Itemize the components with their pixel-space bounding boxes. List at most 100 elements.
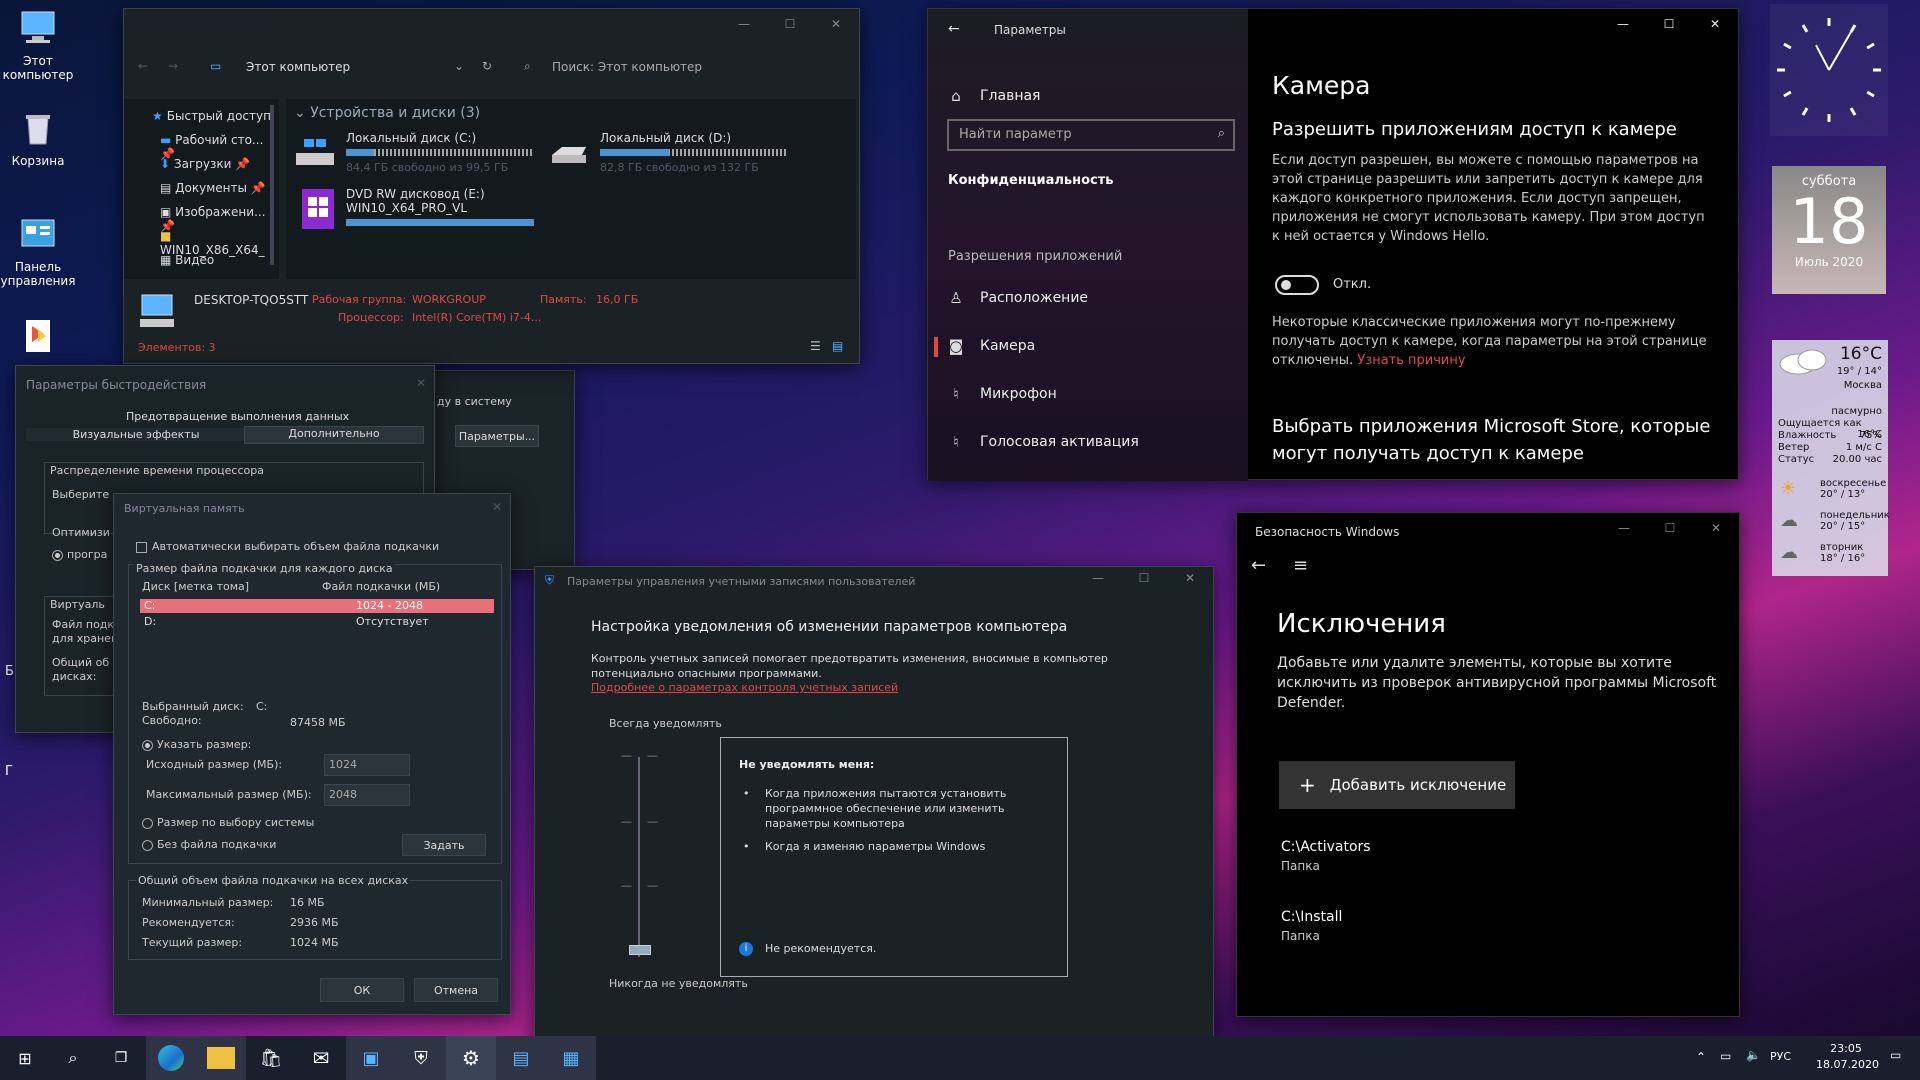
tiles-view-icon[interactable]: ▤: [832, 339, 843, 353]
drive-c[interactable]: Локальный диск (C:) 84,4 ГБ свободно из …: [294, 131, 534, 175]
drive-e[interactable]: DVD RW дисковод (E:) WIN10_X64_PRO_VL: [294, 187, 534, 231]
drive-d[interactable]: Локальный диск (D:) 82,8 ГБ свободно из …: [548, 131, 788, 175]
desktop-icon-this-pc[interactable]: Этот компьютер: [0, 8, 76, 82]
never-notify-label: Никогда не уведомлять: [609, 977, 748, 990]
address-bar[interactable]: ← → ▭ Этот компьютер ⌄ ↻ ⌕ Поиск: Этот к…: [124, 53, 861, 83]
tab-dep[interactable]: Предотвращение выполнения данных: [126, 410, 349, 423]
nav-item-video[interactable]: ▦ Видео: [160, 253, 214, 267]
learn-why-link[interactable]: Узнать причину: [1357, 353, 1465, 368]
no-paging-file-radio[interactable]: Без файла подкачки: [142, 838, 276, 851]
max-size-input[interactable]: 2048: [324, 784, 410, 806]
programs-radio[interactable]: програ: [52, 548, 107, 561]
auto-manage-checkbox[interactable]: Автоматически выбирать объем файла подка…: [136, 540, 439, 553]
table-row[interactable]: D: Отсутствует: [140, 615, 494, 629]
sidebar-item-camera[interactable]: ◙ Камера: [928, 327, 1248, 365]
taskbar-file-explorer[interactable]: [196, 1036, 246, 1080]
close-icon[interactable]: ✕: [492, 500, 502, 514]
hard-drive-icon: [296, 139, 334, 165]
uac-slider-thumb[interactable]: [629, 945, 651, 955]
taskbar-store[interactable]: 🛍: [246, 1036, 296, 1080]
initial-size-input[interactable]: 1024: [324, 754, 410, 776]
taskbar-edge[interactable]: [146, 1036, 196, 1080]
maximize-icon[interactable]: ☐: [1121, 563, 1167, 593]
radio-icon: [52, 549, 63, 561]
maximize-icon[interactable]: ☐: [1646, 9, 1692, 39]
exclusion-item[interactable]: C:\Install Папка: [1281, 909, 1342, 943]
add-exclusion-button[interactable]: + Добавить исключение: [1279, 761, 1515, 809]
weather-gadget[interactable]: 16°C 19° / 14° Москва пасмурно Ощущается…: [1772, 340, 1890, 576]
clock-tick: [1849, 107, 1857, 116]
taskbar-control-panel[interactable]: ▤: [496, 1036, 546, 1080]
minimize-icon[interactable]: —: [1601, 513, 1647, 543]
forward-icon[interactable]: →: [168, 59, 178, 73]
tab-visual-effects[interactable]: Визуальные эффекты: [26, 428, 246, 441]
taskbar-system[interactable]: ▣: [346, 1036, 396, 1080]
nav-scrollbar[interactable]: [270, 105, 274, 265]
clock-date[interactable]: 18.07.2020: [1816, 1058, 1879, 1071]
close-icon[interactable]: ✕: [1167, 563, 1213, 593]
minimize-icon[interactable]: —: [1075, 563, 1121, 593]
exclusion-item[interactable]: C:\Activators Папка: [1281, 839, 1371, 873]
settings-window: ← Параметры ⌂ Главная Найти параметр ⌕ Ко…: [927, 8, 1739, 481]
tray-chevron-icon[interactable]: ⌃: [1696, 1050, 1706, 1064]
weather-row: Ветер 1 м/с С: [1778, 442, 1882, 453]
close-icon[interactable]: ✕: [1693, 513, 1739, 543]
camera-access-toggle[interactable]: [1275, 275, 1319, 295]
nav-item-documents[interactable]: ▤ Документы 📌: [160, 181, 266, 195]
hamburger-menu-icon[interactable]: ≡: [1293, 555, 1308, 576]
back-icon[interactable]: ←: [948, 21, 960, 37]
sidebar-item-location[interactable]: ♙ Расположение: [928, 279, 1248, 317]
desktop-icon-recycle-bin[interactable]: Корзина: [0, 108, 76, 168]
tab-advanced[interactable]: Дополнительно: [244, 426, 424, 444]
initial-size-label: Исходный размер (МБ):: [146, 758, 283, 771]
close-icon[interactable]: ✕: [1692, 9, 1738, 39]
sidebar-item-microphone[interactable]: ♮ Микрофон: [928, 375, 1248, 413]
weather-temp: 16°C: [1839, 344, 1882, 364]
start-button[interactable]: ⊞: [0, 1036, 50, 1080]
nav-item-quick-access[interactable]: ★ Быстрый доступ: [152, 109, 271, 123]
maximize-icon[interactable]: ☐: [767, 9, 813, 39]
task-view-button[interactable]: ❐: [96, 1036, 146, 1080]
details-view-icon[interactable]: ☰: [810, 339, 821, 353]
set-button[interactable]: Задать: [402, 834, 486, 856]
ok-button[interactable]: ОК: [320, 978, 404, 1002]
network-icon[interactable]: ▭: [1720, 1049, 1731, 1063]
uac-learn-more-link[interactable]: Подробнее о параметрах контроля учетных …: [591, 681, 898, 694]
sidebar-item-voice-activation[interactable]: ♮ Голосовая активация: [928, 423, 1248, 461]
maximize-icon[interactable]: ☐: [1647, 513, 1693, 543]
sidebar-item-home[interactable]: ⌂ Главная: [928, 77, 1248, 115]
group-header[interactable]: ⌄ Устройства и диски (3): [294, 105, 480, 121]
window-controls: — ☐ ✕: [1601, 513, 1739, 543]
nav-item-downloads[interactable]: ⬇ Загрузки 📌: [160, 157, 250, 171]
desktop-apps-note: Некоторые классические приложения могут …: [1272, 315, 1707, 368]
chevron-down-icon[interactable]: ⌄: [454, 59, 464, 73]
close-icon[interactable]: ✕: [416, 376, 426, 390]
taskbar-settings[interactable]: ⚙: [446, 1036, 496, 1080]
notification-icon[interactable]: ▭: [1890, 1048, 1901, 1062]
clock-gadget[interactable]: [1770, 4, 1888, 136]
taskbar-uac[interactable]: ▦: [546, 1036, 596, 1080]
cpu-value: Intel(R) Core(TM) i7-4...: [412, 311, 542, 324]
volume-icon[interactable]: 🔈: [1746, 1048, 1761, 1062]
performance-settings-button[interactable]: Параметры...: [455, 425, 539, 447]
back-icon[interactable]: ←: [1251, 555, 1266, 576]
close-icon[interactable]: ✕: [813, 9, 859, 39]
desktop-icon-yandex[interactable]: [0, 316, 76, 362]
refresh-icon[interactable]: ↻: [482, 59, 492, 73]
settings-search-input[interactable]: Найти параметр ⌕: [947, 119, 1235, 151]
cancel-button[interactable]: Отмена: [414, 978, 498, 1002]
minimize-icon[interactable]: —: [721, 9, 767, 39]
system-managed-radio[interactable]: Размер по выбору системы: [142, 816, 314, 829]
clock-time[interactable]: 23:05: [1816, 1042, 1876, 1055]
taskbar-security[interactable]: ⛨: [396, 1036, 446, 1080]
minimize-icon[interactable]: —: [1600, 9, 1646, 39]
taskbar-mail[interactable]: ✉: [296, 1036, 346, 1080]
language-indicator[interactable]: РУС: [1770, 1050, 1791, 1063]
search-button[interactable]: ⌕: [48, 1036, 98, 1080]
back-icon[interactable]: ←: [138, 59, 148, 73]
desktop-icon-control-panel[interactable]: Панель управления: [0, 214, 76, 288]
table-row-selected[interactable]: C: 1024 - 2048: [140, 599, 494, 613]
custom-size-radio[interactable]: Указать размер:: [142, 738, 251, 751]
search-input[interactable]: Поиск: Этот компьютер: [552, 60, 702, 74]
calendar-gadget[interactable]: суббота 18 Июль 2020: [1772, 166, 1886, 294]
